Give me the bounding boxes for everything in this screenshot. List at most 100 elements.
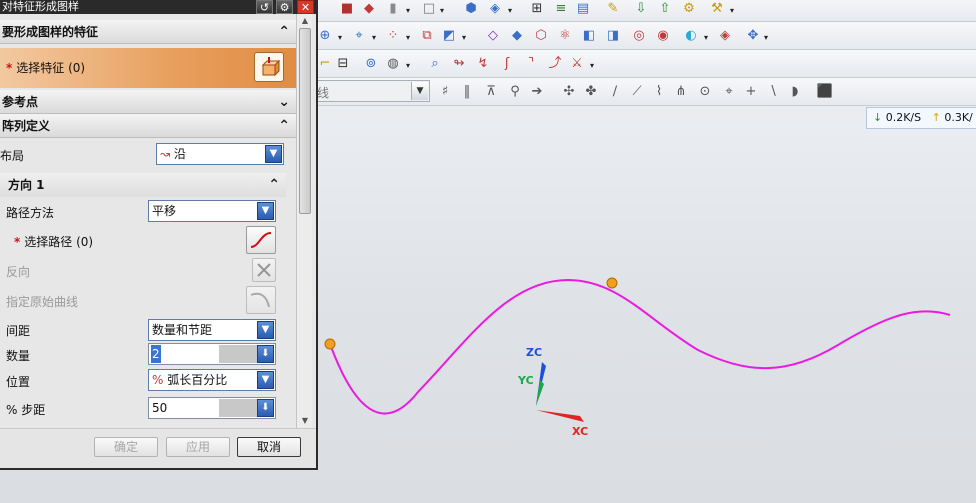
gear-icon[interactable]: ⚙ [276,0,293,14]
count-value[interactable]: 2 [151,345,161,363]
chamfer-icon[interactable]: ◆ [508,27,526,45]
section-reference-point[interactable]: 参考点 ⌄ [0,90,296,114]
snap-end-icon[interactable]: ✣ [560,83,578,101]
close-icon[interactable]: ✕ [297,0,314,14]
path-method-select[interactable]: 平移 ▼ [148,200,276,222]
dropdown-arrow-icon[interactable]: ▾ [338,33,342,42]
snap-intersection-icon[interactable]: ⋔ [672,83,690,101]
note-icon[interactable]: ✎ [604,0,622,18]
extend-icon[interactable]: ⤴ [546,55,564,73]
color-icon[interactable]: ◐ [682,27,700,45]
snap-on-curve-icon[interactable]: ∖ [764,83,782,101]
fillet-curve-icon[interactable]: ↬ [450,55,468,73]
divide-icon[interactable]: ⚔ [568,55,586,73]
position-select[interactable]: % 弧长百分比 ▼ [148,369,276,391]
offset-icon[interactable]: ⧉ [418,27,436,45]
import-icon[interactable]: ⇩ [632,0,650,18]
chevron-up-icon[interactable]: ⌃ [278,20,290,44]
pitch-percent-value[interactable]: 50 [151,399,168,417]
sew-icon[interactable]: ◎ [630,27,648,45]
ok-button[interactable]: 确定 [94,437,158,457]
spline-icon[interactable]: ⊟ [334,55,352,73]
square-icon[interactable]: □ [420,0,438,18]
extrude-icon[interactable]: ⬢ [462,0,480,18]
chevron-down-icon[interactable]: ▼ [257,202,274,220]
sine-curve[interactable] [329,278,951,415]
dropdown-arrow-icon[interactable]: ▾ [730,6,734,15]
dropdown-arrow-icon[interactable]: ▾ [406,6,410,15]
cylinder-icon[interactable]: ▮ [384,0,402,18]
text-icon[interactable]: ⊚ [362,55,380,73]
chevron-down-icon[interactable]: ▼ [411,82,428,100]
section-pattern-definition[interactable]: 阵列定义 ⌃ [0,114,296,138]
patch-icon[interactable]: ◉ [654,27,672,45]
snap-center-icon[interactable]: ⊙ [696,83,714,101]
tools-icon[interactable]: ⚒ [708,0,726,18]
curve-start-point[interactable] [324,338,336,350]
select-feature-row[interactable]: * 选择特征 (0) [0,48,296,88]
chevron-down-icon[interactable]: ▼ [265,145,282,163]
pattern-icon[interactable]: ◨ [604,27,622,45]
dialog-scrollbar[interactable]: ▲ ▼ [296,14,312,428]
eraser-icon[interactable]: ◈ [716,27,734,45]
revolve-icon[interactable]: ◈ [486,0,504,18]
snap-face-icon[interactable]: ◗ [786,83,804,101]
snap-line-icon[interactable]: ∕ [606,83,624,101]
snap-point-on-curve-icon[interactable]: ⟋ [628,83,646,101]
layout-select[interactable]: ↝ 沿 ▼ [156,143,284,165]
stack-icon[interactable]: ▤ [574,0,592,18]
chevron-down-icon[interactable]: ▼ [257,321,274,339]
snap-parallel-icon[interactable]: ‖ [458,83,476,101]
trim-icon[interactable]: ◩ [440,27,458,45]
dropdown-arrow-icon[interactable]: ▾ [764,33,768,42]
shell-icon[interactable]: ⬡ [532,27,550,45]
snap-hierarchy-icon[interactable]: ⊼ [482,83,500,101]
graphics-viewport[interactable] [318,130,976,503]
dropdown-arrow-icon[interactable]: ▾ [440,6,444,15]
dropdown-arrow-icon[interactable]: ▾ [508,6,512,15]
select-path-button[interactable] [246,226,276,254]
pitch-percent-input[interactable]: 50 ⬇ [148,397,276,419]
select-feature-button[interactable] [254,52,284,82]
section-features-to-pattern[interactable]: 要形成图样的特征 ⌃ [0,20,296,44]
arrow-down-icon[interactable]: ⬇ [257,399,274,417]
assembly-icon[interactable]: ⚙ [680,0,698,18]
split-icon[interactable]: ↯ [474,55,492,73]
draft-icon[interactable]: ⚛ [556,27,574,45]
dropdown-arrow-icon[interactable]: ▾ [372,33,376,42]
chevron-down-icon[interactable]: ⌄ [278,90,290,114]
dropdown-arrow-icon[interactable]: ▾ [406,33,410,42]
sketch-icon[interactable]: ⊞ [528,0,546,18]
snap-filter-icon[interactable]: ⚲ [506,83,524,101]
snap-tangent-icon[interactable]: ⌇ [650,83,668,101]
chevron-up-icon[interactable]: ⌃ [278,114,290,138]
mirror-icon[interactable]: ◧ [580,27,598,45]
reset-icon[interactable]: ↺ [256,0,273,14]
scrollbar-thumb[interactable] [299,28,311,214]
selection-filter-combo[interactable]: 线 ▼ [312,80,430,102]
dropdown-arrow-icon[interactable]: ▾ [462,33,466,42]
curve-icon[interactable]: ⌐ [316,55,334,73]
csys-icon[interactable]: ⌖ [350,27,368,45]
curve-pattern-point[interactable] [606,277,618,289]
cancel-button[interactable]: 取消 [237,437,301,457]
reverse-direction-button[interactable] [252,258,276,282]
datum-icon[interactable]: ⊕ [316,27,334,45]
apply-button[interactable]: 应用 [166,437,230,457]
specify-original-curve-button[interactable] [246,286,276,314]
cube-icon[interactable]: ◆ [360,0,378,18]
dropdown-arrow-icon[interactable]: ▾ [590,61,594,70]
scroll-up-icon[interactable]: ▲ [299,15,311,27]
chevron-up-icon[interactable]: ⌃ [268,173,280,197]
direction-1-header[interactable]: 方向 1 ⌃ [0,173,286,197]
scroll-down-icon[interactable]: ▼ [299,415,311,427]
arrow-down-icon[interactable]: ⬇ [257,345,274,363]
spacing-select[interactable]: 数量和节距 ▼ [148,319,276,341]
helix-icon[interactable]: ◍ [384,55,402,73]
count-input[interactable]: 2 ⬇ [148,343,276,365]
move-icon[interactable]: ✥ [744,27,762,45]
export-icon[interactable]: ⇧ [656,0,674,18]
snap-grid-icon[interactable]: ♯ [436,83,454,101]
snap-existing-point-icon[interactable]: + [742,83,760,101]
bridge-icon[interactable]: ʃ [498,55,516,73]
